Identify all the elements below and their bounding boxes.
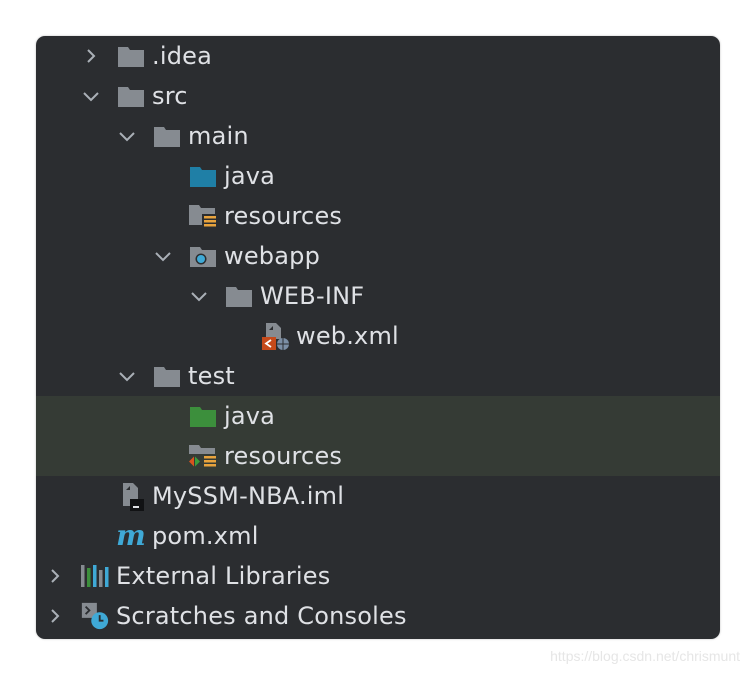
tree-item-main[interactable]: main (36, 116, 720, 156)
tree-item-src[interactable]: src (36, 76, 720, 116)
maven-icon: m (116, 519, 146, 552)
tree-item-label: main (188, 122, 249, 150)
chevron-down-icon[interactable] (116, 125, 138, 147)
tree-item-test-java[interactable]: java (36, 396, 720, 436)
tree-item-idea[interactable]: .idea (36, 36, 720, 76)
tree-item-scratches[interactable]: Scratches and Consoles (36, 596, 720, 636)
tree-item-external-libraries[interactable]: External Libraries (36, 556, 720, 596)
tree-item-label: MySSM-NBA.iml (152, 482, 345, 510)
chevron-down-icon[interactable] (80, 85, 102, 107)
libraries-icon (80, 562, 110, 590)
tree-item-label: .idea (152, 42, 213, 70)
tree-item-label: test (188, 362, 235, 390)
resources-folder-icon (188, 202, 218, 230)
scratches-icon (80, 602, 110, 630)
tree-item-label: WEB-INF (260, 282, 365, 310)
tree-item-pom[interactable]: m pom.xml (36, 516, 720, 556)
chevron-down-icon[interactable] (152, 245, 174, 267)
chevron-right-icon[interactable] (80, 45, 102, 67)
project-tree-panel: .idea src main java resources webapp WEB… (36, 36, 720, 639)
tree-item-label: java (224, 402, 276, 430)
iml-file-icon (116, 482, 146, 511)
folder-icon (116, 82, 146, 110)
chevron-down-icon[interactable] (188, 285, 210, 307)
tree-item-label: webapp (224, 242, 321, 270)
tree-item-web-inf[interactable]: WEB-INF (36, 276, 720, 316)
folder-icon (224, 282, 254, 310)
web-folder-icon (188, 242, 218, 270)
tree-item-main-java[interactable]: java (36, 156, 720, 196)
tree-item-label: java (224, 162, 276, 190)
tree-item-test[interactable]: test (36, 356, 720, 396)
tree-item-label: pom.xml (152, 522, 259, 550)
tree-item-label: src (152, 82, 188, 110)
source-folder-icon (188, 162, 218, 190)
web-xml-icon (260, 322, 290, 350)
folder-icon (152, 122, 182, 150)
test-resources-folder-icon (188, 442, 218, 470)
tree-item-iml[interactable]: MySSM-NBA.iml (36, 476, 720, 516)
tree-item-main-resources[interactable]: resources (36, 196, 720, 236)
tree-item-label: External Libraries (116, 562, 331, 590)
tree-item-label: Scratches and Consoles (116, 602, 407, 630)
chevron-down-icon[interactable] (116, 365, 138, 387)
folder-icon (116, 42, 146, 70)
test-source-folder-icon (188, 402, 218, 430)
tree-item-test-resources[interactable]: resources (36, 436, 720, 476)
tree-item-label: resources (224, 202, 343, 230)
folder-icon (152, 362, 182, 390)
tree-item-web-xml[interactable]: web.xml (36, 316, 720, 356)
tree-item-label: web.xml (296, 322, 399, 350)
tree-item-webapp[interactable]: webapp (36, 236, 720, 276)
chevron-right-icon[interactable] (44, 605, 66, 627)
chevron-right-icon[interactable] (44, 565, 66, 587)
tree-item-label: resources (224, 442, 343, 470)
watermark-text: https://blog.csdn.net/chrismunt (550, 648, 740, 664)
